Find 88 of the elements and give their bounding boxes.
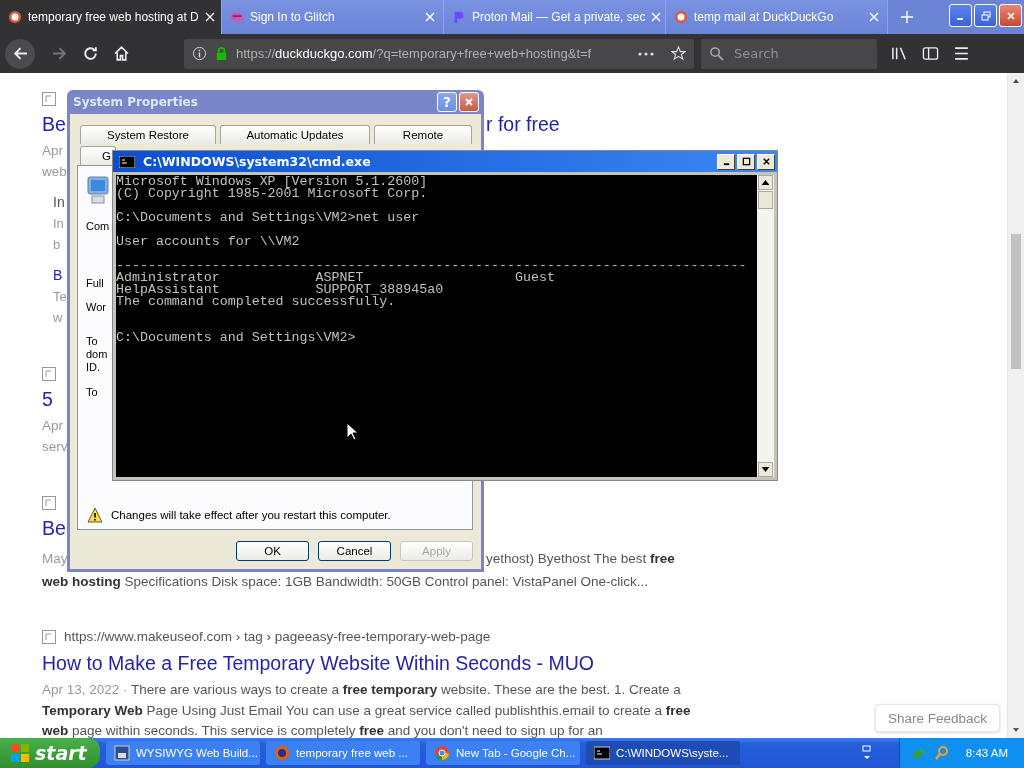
search-bar[interactable]: Search [701, 38, 877, 69]
dialog-button[interactable]: Cancel [318, 541, 391, 561]
snippet-text: yethost) Byethost The best free [486, 550, 675, 568]
result-title[interactable]: r for free [486, 108, 560, 140]
snippet-text: b [53, 236, 61, 254]
snippet-text: serv [42, 438, 68, 456]
dialog-text: dom [86, 348, 108, 361]
home-icon[interactable] [113, 45, 130, 62]
dialog-tab[interactable]: G [80, 146, 116, 165]
star-icon[interactable] [671, 46, 686, 61]
browser-tab[interactable]: temporary free web hosting at D [0, 0, 222, 34]
snippet-text: w [53, 309, 63, 327]
dialog-text: To [86, 386, 98, 399]
menu-icon[interactable] [953, 45, 970, 62]
result-url[interactable]: https://www.makeuseof.com › tag › pageeasy-free-temporary-web-page [64, 629, 491, 644]
snippet-text: In [53, 215, 64, 233]
console-icon [119, 155, 135, 168]
dialog-tab[interactable]: Automatic Updates [220, 125, 370, 144]
scrollbar[interactable] [1007, 73, 1024, 738]
mouse-cursor-icon [346, 422, 358, 441]
letter-p-icon [452, 10, 466, 24]
minimize-button[interactable] [949, 4, 972, 27]
snippet-text: Te [53, 288, 67, 306]
scroll-up-icon[interactable] [758, 175, 773, 190]
lock-icon [214, 46, 229, 61]
search-icon [709, 46, 724, 61]
window-title: System Properties [73, 95, 199, 109]
more-icon[interactable] [638, 51, 654, 56]
sidebar-icon[interactable] [922, 45, 939, 62]
info-icon[interactable] [192, 46, 207, 61]
taskbar-button[interactable]: C:\WINDOWS\syste... [586, 741, 740, 765]
dialog-tab[interactable]: System Restore [80, 125, 216, 144]
console-output: Microsoft Windows XP [Version 5.1.2600] (C) Copyright 1985-2001 Microsoft Corp. C:\Documents and Settings\VM2>net user User accounts for \\VM2 ------------------------------------------------------------------------------- Administrator ASPNET Guest HelpAssistant SUPPORT_388945a0 The command completed successfully. C:\Documents and Settings\VM2> [116, 175, 757, 477]
close-button[interactable] [757, 153, 775, 170]
taskbar-button[interactable]: New Tab - Google Ch... [426, 741, 580, 765]
result-title[interactable]: Be [42, 512, 66, 544]
reload-icon[interactable] [82, 45, 99, 62]
snippet-text: Apr [42, 417, 63, 435]
result-title[interactable]: How to Make a Free Temporary Website Within Seconds - MUO [42, 647, 594, 679]
address-bar[interactable]: https://duckduckgo.com/?q=temporary+free+web+hosting&t=f [184, 38, 694, 69]
dialog-text: Com [86, 220, 110, 233]
scrollbar[interactable] [757, 175, 774, 477]
scroll-thumb[interactable] [1011, 234, 1021, 369]
library-icon[interactable] [891, 45, 908, 62]
search-input[interactable]: Search [732, 45, 866, 62]
result-title[interactable]: 5 [42, 383, 53, 415]
computer-icon [86, 175, 110, 205]
restore-icon[interactable] [980, 10, 991, 21]
dialog-tab[interactable]: Remote [374, 125, 472, 144]
warning-icon [87, 507, 103, 523]
snippet-text: web [42, 163, 67, 181]
app-icon [114, 745, 130, 761]
back-button[interactable] [5, 38, 35, 69]
dialog-text: Wor [86, 301, 106, 314]
taskbar-button[interactable]: WYSIWYG Web Build... [106, 741, 260, 765]
sitelink-title[interactable]: B [53, 265, 63, 286]
notice-text: Changes will take effect after you restart this computer. [111, 509, 391, 521]
dialog-text: ID. [86, 361, 101, 374]
snippet-text: Apr [42, 142, 63, 160]
snippet-text: web hosting Specifications Disk space: 1GB Bandwidth: 50GB Control panel: VistaPanel One-click... [42, 573, 648, 591]
back-arrow-icon[interactable] [11, 45, 29, 62]
favicon-icon [42, 629, 56, 644]
favicon-icon [42, 496, 56, 510]
share-feedback-button[interactable]: Share Feedback [874, 704, 1000, 732]
result-date: May [42, 550, 68, 568]
sitelink-title[interactable]: In [53, 192, 65, 213]
console-icon [594, 745, 610, 761]
maximize-button[interactable] [737, 153, 755, 170]
window-switch-icon[interactable] [860, 745, 873, 761]
result-title[interactable]: Be [42, 108, 66, 140]
new-tab-icon[interactable] [900, 10, 914, 24]
close-icon[interactable] [761, 157, 771, 166]
dialog-button[interactable]: OK [236, 541, 309, 561]
taskbar-button[interactable]: temporary free web ... [266, 741, 420, 765]
favicon-icon [42, 92, 56, 106]
dialog-text: To [86, 335, 98, 348]
maximize-icon[interactable] [741, 157, 751, 166]
window-title: C:\WINDOWS\system32\cmd.exe [143, 154, 372, 169]
favicon-icon [42, 367, 56, 381]
dialog-text: Full [86, 277, 104, 290]
windows-flag-icon [10, 743, 30, 763]
restore-button[interactable] [974, 4, 997, 27]
scroll-thumb[interactable] [758, 191, 773, 209]
minimize-button[interactable] [717, 153, 735, 170]
clock: 8:43 AM [965, 747, 1008, 759]
scroll-down-icon[interactable] [758, 462, 773, 477]
snippet-text: Apr 13, 2022 · There are various ways to create a free temporary website. These are the best. 1. Create a Temporary Web Page Using Just Email You can use a great service called publishthis.email to create a free web page within seconds. This service is completely free and you don't need to sign up for an [42, 681, 692, 740]
forward-icon[interactable] [51, 45, 68, 62]
